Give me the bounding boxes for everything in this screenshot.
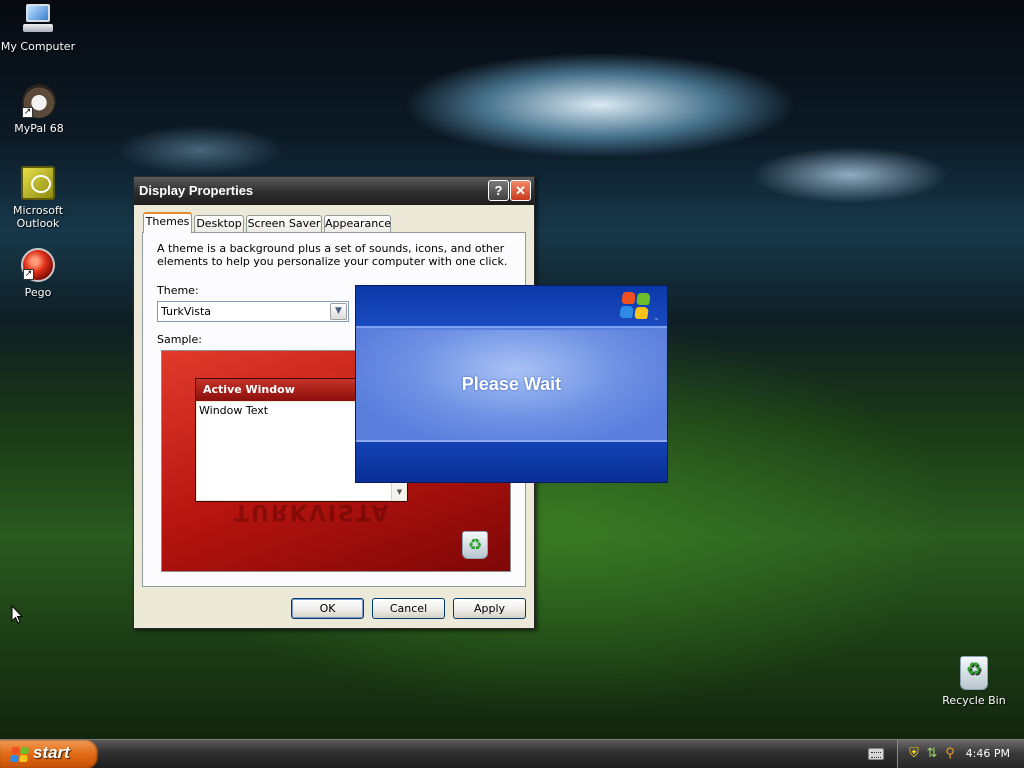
theme-description: A theme is a background plus a set of so… xyxy=(157,242,508,268)
desktop-icon-mypal[interactable]: ↗ MyPal 68 xyxy=(0,84,79,135)
pego-icon: ↗ xyxy=(21,248,55,282)
sample-window-text: Window Text xyxy=(199,404,269,417)
taskbar: start ⛨ ⇅ ⚲ 4:46 PM xyxy=(0,739,1024,768)
desktop-icon-my-computer[interactable]: My Computer xyxy=(0,2,78,53)
computer-icon xyxy=(21,2,55,36)
desktop-icon-label: MyPal 68 xyxy=(14,122,64,135)
help-button[interactable]: ? xyxy=(488,180,509,201)
mypal-browser-icon: ↗ xyxy=(22,84,56,118)
desktop-icon-pego[interactable]: ↗ Pego xyxy=(0,248,78,299)
recycle-bin-icon xyxy=(462,531,488,559)
windows-logo-icon xyxy=(619,292,653,320)
close-button[interactable]: ✕ xyxy=(510,180,531,201)
tab-themes[interactable]: Themes xyxy=(143,212,192,233)
start-button[interactable]: start xyxy=(0,740,98,768)
desktop-icon-label: Pego xyxy=(24,286,52,299)
system-tray: ⛨ ⇅ ⚲ 4:46 PM xyxy=(897,740,1024,768)
outlook-icon xyxy=(21,166,55,200)
tab-screen-saver[interactable]: Screen Saver xyxy=(246,215,322,232)
keyboard-icon[interactable] xyxy=(868,748,884,760)
chevron-down-icon[interactable]: ▼ xyxy=(330,303,347,320)
please-wait-message: Please Wait xyxy=(461,374,562,394)
network-icon[interactable]: ⇅ xyxy=(924,746,940,762)
desktop-icon-recycle-bin[interactable]: Recycle Bin xyxy=(934,656,1014,707)
recycle-bin-icon xyxy=(960,656,988,690)
clock[interactable]: 4:46 PM xyxy=(966,747,1010,760)
start-label: start xyxy=(33,743,70,762)
search-icon[interactable]: ⚲ xyxy=(942,746,958,762)
sample-label: Sample: xyxy=(157,333,202,346)
desktop-icon-label: Microsoft Outlook xyxy=(12,204,64,230)
apply-button[interactable]: Apply xyxy=(453,598,526,619)
please-wait-footer xyxy=(356,440,667,482)
desktop-icon-outlook[interactable]: Microsoft Outlook xyxy=(0,166,78,230)
theme-dropdown-value: TurkVista xyxy=(161,305,212,318)
cancel-button[interactable]: Cancel xyxy=(372,598,445,619)
sample-wallpaper-decoration: TURKVISTA xyxy=(234,499,391,524)
ok-button[interactable]: OK xyxy=(291,598,364,619)
sample-window-title: Active Window xyxy=(203,383,295,396)
window-title: Display Properties xyxy=(139,183,254,198)
theme-dropdown[interactable]: TurkVista ▼ xyxy=(157,301,349,322)
tab-desktop[interactable]: Desktop xyxy=(194,215,244,232)
security-shield-icon[interactable]: ⛨ xyxy=(906,746,922,762)
mouse-cursor-icon xyxy=(11,604,24,625)
please-wait-dialog: ™ Please Wait xyxy=(355,285,668,483)
desktop-icon-label: Recycle Bin xyxy=(942,694,1006,707)
window-titlebar[interactable]: Display Properties ? ✕ xyxy=(134,177,534,205)
windows-logo-icon xyxy=(10,747,30,763)
tab-appearance[interactable]: Appearance xyxy=(324,215,391,232)
chevron-down-icon: ▼ xyxy=(396,488,403,496)
theme-label: Theme: xyxy=(157,284,199,297)
desktop-icon-label: My Computer xyxy=(0,40,76,53)
please-wait-header: ™ xyxy=(356,286,667,328)
trademark-mark: ™ xyxy=(654,318,659,324)
